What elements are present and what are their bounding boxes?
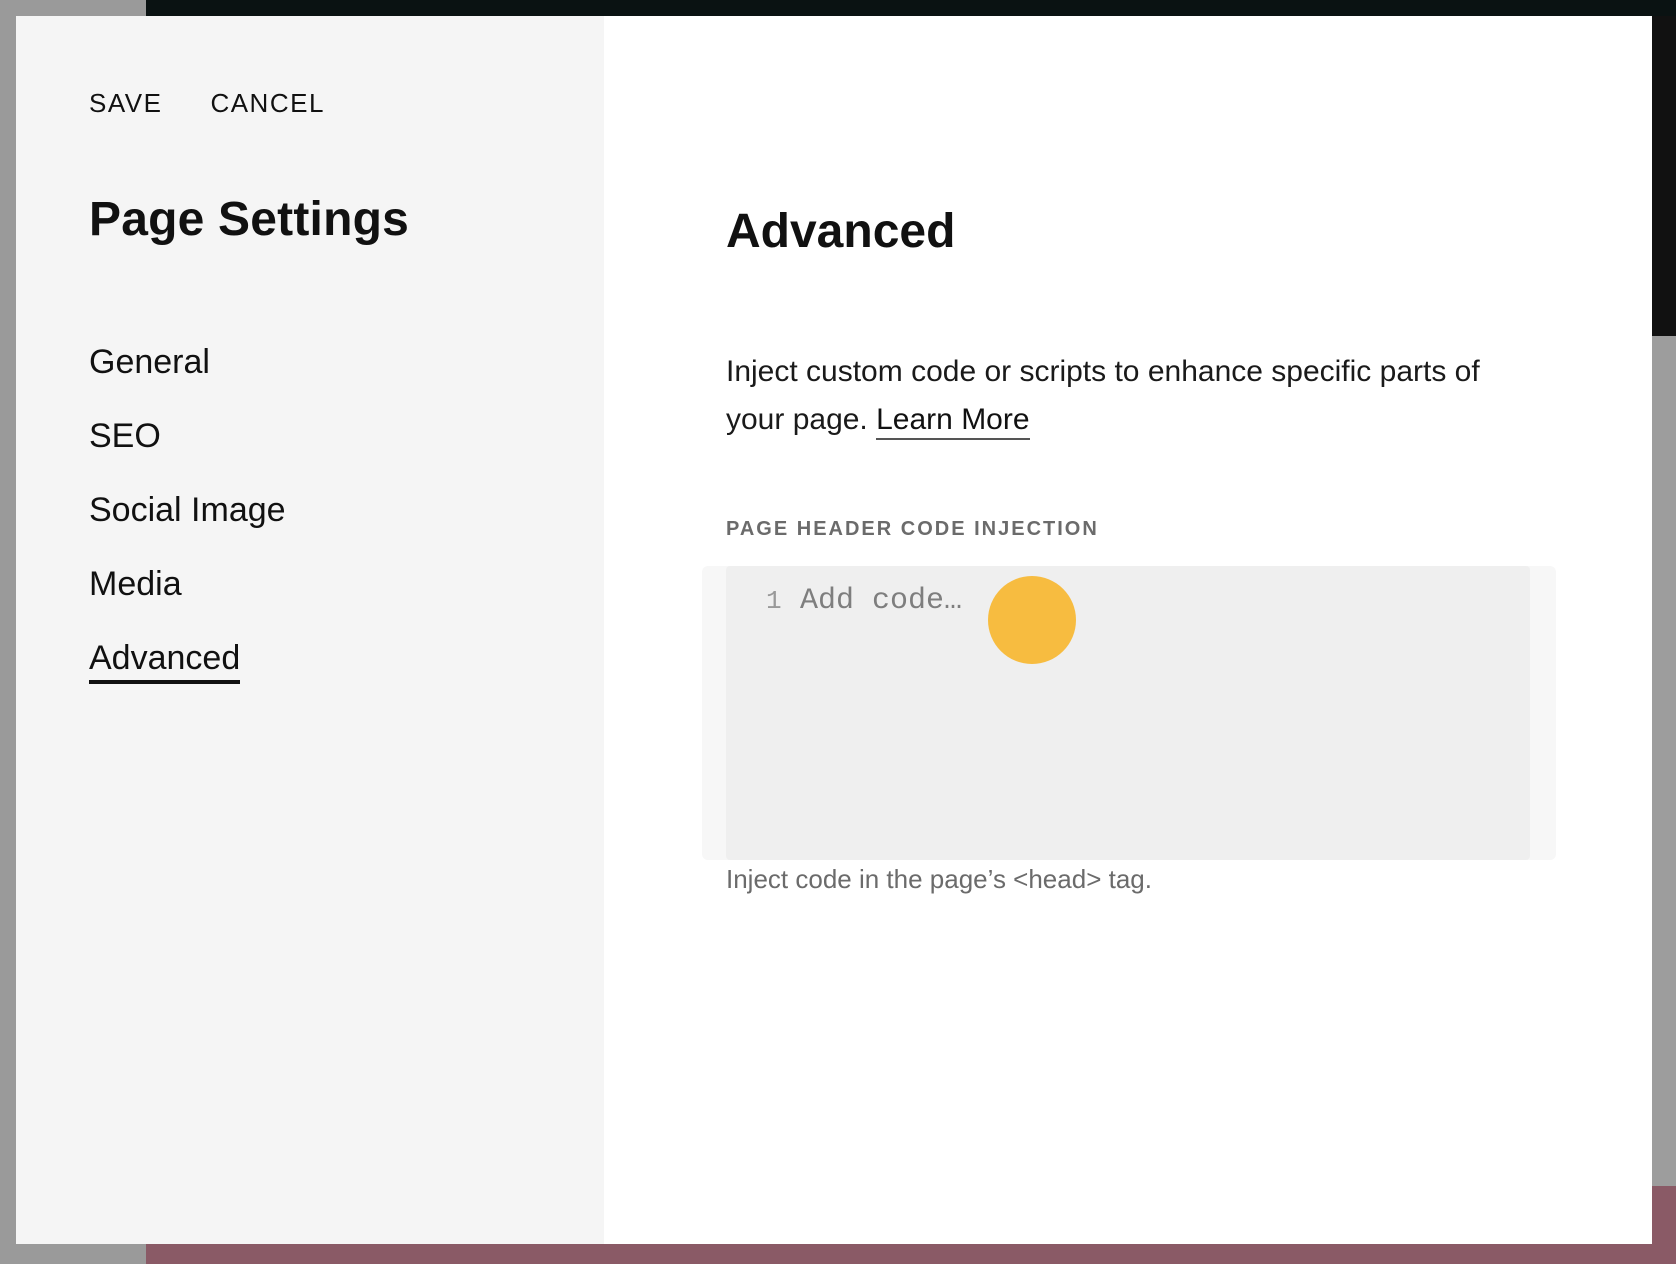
nav-item-label: Social Image [89,491,286,529]
top-actions: SAVE CANCEL [89,88,325,119]
nav-item-label: Media [89,565,182,603]
learn-more-link[interactable]: Learn More [876,403,1030,440]
line-number: 1 [766,586,782,616]
nav-item-label: SEO [89,417,161,455]
click-indicator-dot [988,576,1076,664]
description-text: Inject custom code or scripts to enhance… [726,355,1480,436]
save-button[interactable]: SAVE [89,88,162,119]
background-page-top [146,0,1676,16]
cancel-button[interactable]: CANCEL [210,88,324,119]
code-editor[interactable]: 1 Add code… [726,566,1530,860]
background-page-right-light [1652,336,1676,1186]
settings-sidebar: SAVE CANCEL Page Settings General SEO So… [16,16,604,1244]
nav-item-general[interactable]: General [89,342,286,416]
nav-item-seo[interactable]: SEO [89,416,286,490]
settings-nav: General SEO Social Image Media Advanced [89,342,286,712]
settings-content: Advanced Inject custom code or scripts t… [604,16,1652,1244]
nav-item-label: General [89,343,210,381]
nav-item-media[interactable]: Media [89,564,286,638]
field-label: PAGE HEADER CODE INJECTION [726,518,1099,540]
help-text: Inject code in the page’s <head> tag. [726,864,1152,894]
nav-item-advanced[interactable]: Advanced [89,638,286,712]
nav-item-label: Advanced [89,638,241,684]
page-settings-modal: SAVE CANCEL Page Settings General SEO So… [16,16,1652,1244]
nav-item-social-image[interactable]: Social Image [89,490,286,564]
code-editor-placeholder[interactable]: Add code… [800,584,962,618]
description: Inject custom code or scripts to enhance… [726,348,1546,444]
code-editor-wrapper: 1 Add code… [702,566,1556,860]
content-title: Advanced [726,205,956,258]
background-page-right-dark [1652,16,1676,336]
sidebar-title: Page Settings [89,193,410,246]
